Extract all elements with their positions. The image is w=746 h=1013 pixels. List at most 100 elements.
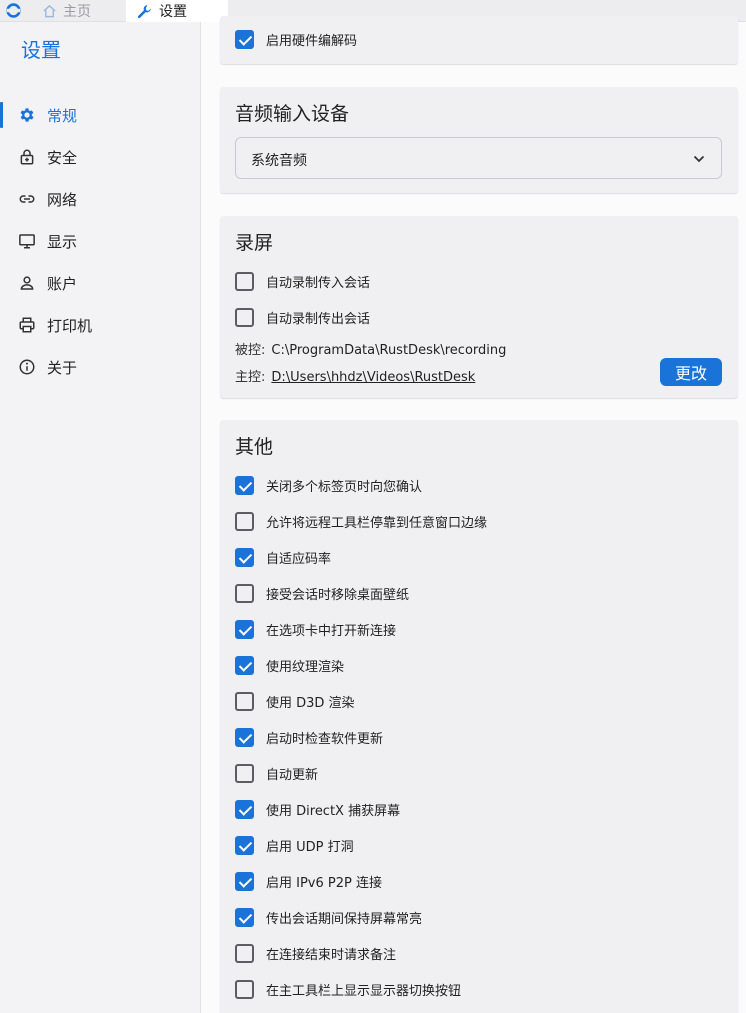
option-row[interactable]: 传出会话期间保持屏幕常亮 xyxy=(235,905,422,929)
lock-icon xyxy=(20,149,34,165)
checkbox[interactable] xyxy=(235,727,254,747)
checkbox[interactable] xyxy=(235,691,254,711)
checkbox[interactable] xyxy=(235,29,254,49)
sidebar-item-account[interactable]: 账户 xyxy=(0,266,200,300)
audio-input-card: 音频输入设备 系统音频 xyxy=(220,87,738,193)
option-label: 在选项卡中打开新连接 xyxy=(266,623,397,639)
sidebar-item-label: 安全 xyxy=(47,149,78,167)
controller-label: 主控: xyxy=(235,370,266,385)
checkbox[interactable] xyxy=(235,763,254,783)
option-label: 在主工具栏上显示显示器切换按钮 xyxy=(266,983,462,999)
option-row[interactable]: 启用 UDP 打洞 xyxy=(235,833,354,857)
option-row[interactable]: 在主工具栏上显示显示器切换按钮 xyxy=(235,977,461,1001)
sidebar-item-label: 显示 xyxy=(47,233,78,251)
info-icon xyxy=(19,359,35,375)
tab-home-label: 主页 xyxy=(63,4,91,20)
hardware-codec-card: 启用硬件编解码 xyxy=(220,16,738,64)
audio-input-title: 音频输入设备 xyxy=(235,103,350,125)
checkbox[interactable] xyxy=(235,655,254,675)
home-icon xyxy=(43,4,56,18)
tab-home[interactable]: 主页 xyxy=(32,0,122,22)
other-options-card: 其他 关闭多个标签页时向您确认允许将远程工具栏停靠到任意窗口边缘 自适应码率接受会… xyxy=(220,420,738,1013)
checkbox[interactable] xyxy=(235,511,254,531)
option-row[interactable]: 启用 IPv6 P2P 连接 xyxy=(235,869,382,893)
option-record-outgoing[interactable]: 自动录制传出会话 xyxy=(235,305,370,329)
checkbox[interactable] xyxy=(235,271,254,291)
checkbox[interactable] xyxy=(235,835,254,855)
checkbox[interactable] xyxy=(235,583,254,603)
option-record-incoming[interactable]: 自动录制传入会话 xyxy=(235,269,370,293)
monitor-icon xyxy=(19,234,35,249)
person-icon xyxy=(20,276,34,290)
other-title: 其他 xyxy=(235,436,274,458)
controlled-label: 被控: xyxy=(235,343,266,358)
settings-content: 启用硬件编解码 音频输入设备 系统音频 录屏 自动录制传入会话 自动录制传出会话… xyxy=(201,16,746,1013)
option-label: 允许将远程工具栏停靠到任意窗口边缘 xyxy=(266,515,488,531)
controlled-path: C:\ProgramData\RustDesk\recording xyxy=(271,343,507,358)
sidebar-item-label: 常规 xyxy=(47,107,78,125)
controlled-path-row: 被控: C:\ProgramData\RustDesk\recording xyxy=(235,339,506,358)
sidebar-item-label: 网络 xyxy=(47,191,78,209)
sidebar-title: 设置 xyxy=(21,38,61,62)
option-label: 启用硬件编解码 xyxy=(266,33,358,49)
sidebar-item-about[interactable]: 关于 xyxy=(0,350,200,384)
sidebar-item-label: 账户 xyxy=(47,275,78,293)
option-label: 自动录制传出会话 xyxy=(266,311,371,327)
option-row[interactable]: 使用 DirectX 捕获屏幕 xyxy=(235,797,400,821)
option-row[interactable]: 接受会话时移除桌面壁纸 xyxy=(235,581,409,605)
option-label: 启用 IPv6 P2P 连接 xyxy=(266,875,382,891)
chevron-down-icon xyxy=(693,155,705,163)
option-row[interactable]: 关闭多个标签页时向您确认 xyxy=(235,473,422,497)
option-label: 在连接结束时请求备注 xyxy=(266,947,397,963)
checkbox[interactable] xyxy=(235,871,254,891)
checkbox[interactable] xyxy=(235,619,254,639)
option-row[interactable]: 在连接结束时请求备注 xyxy=(235,941,396,965)
sidebar-item-label: 打印机 xyxy=(47,317,93,335)
sidebar-item-network[interactable]: 网络 xyxy=(0,182,200,216)
sidebar: 设置 常规 安全 网络 显示 账户 打印机 关于 xyxy=(0,22,201,1013)
wrench-icon xyxy=(137,4,151,18)
screen-recording-card: 录屏 自动录制传入会话 自动录制传出会话 被控: C:\ProgramData\R… xyxy=(220,216,738,398)
tab-settings[interactable]: 设置 xyxy=(126,0,228,22)
checkbox[interactable] xyxy=(235,475,254,495)
sidebar-item-printer[interactable]: 打印机 xyxy=(0,308,200,342)
gear-icon xyxy=(20,108,34,122)
option-row[interactable]: 在选项卡中打开新连接 xyxy=(235,617,396,641)
printer-icon xyxy=(19,317,35,333)
app-logo-icon xyxy=(6,3,21,18)
option-label: 启用 UDP 打洞 xyxy=(266,839,354,855)
audio-input-value: 系统音频 xyxy=(251,153,307,169)
checkbox[interactable] xyxy=(235,547,254,567)
checkbox[interactable] xyxy=(235,907,254,927)
sidebar-item-security[interactable]: 安全 xyxy=(0,140,200,174)
option-row[interactable]: 自适应码率 xyxy=(235,545,331,569)
option-label: 自适应码率 xyxy=(266,551,332,567)
sidebar-item-general[interactable]: 常规 xyxy=(0,98,200,132)
change-dir-button[interactable]: 更改 xyxy=(660,358,722,386)
recording-title: 录屏 xyxy=(235,232,274,254)
checkbox[interactable] xyxy=(235,307,254,327)
link-icon xyxy=(19,195,35,203)
audio-input-select[interactable]: 系统音频 xyxy=(235,137,722,179)
option-row[interactable]: 使用 D3D 渲染 xyxy=(235,689,355,713)
option-label: 自动录制传入会话 xyxy=(266,275,371,291)
checkbox[interactable] xyxy=(235,799,254,819)
option-row[interactable]: 启动时检查软件更新 xyxy=(235,725,383,749)
sidebar-item-label: 关于 xyxy=(47,359,78,377)
tab-settings-label: 设置 xyxy=(159,4,187,20)
option-label: 接受会话时移除桌面壁纸 xyxy=(266,587,410,603)
option-label: 使用 D3D 渲染 xyxy=(266,695,355,711)
option-label: 关闭多个标签页时向您确认 xyxy=(266,479,423,495)
checkbox[interactable] xyxy=(235,979,254,999)
option-label: 传出会话期间保持屏幕常亮 xyxy=(266,911,423,927)
option-label: 自动更新 xyxy=(266,767,319,783)
controller-path-link[interactable]: D:\Users\hhdz\Videos\RustDesk xyxy=(271,370,475,385)
sidebar-item-display[interactable]: 显示 xyxy=(0,224,200,258)
controller-path-row: 主控: D:\Users\hhdz\Videos\RustDesk xyxy=(235,366,475,385)
option-row[interactable]: 使用纹理渲染 xyxy=(235,653,344,677)
option-row[interactable]: 允许将远程工具栏停靠到任意窗口边缘 xyxy=(235,509,487,533)
checkbox[interactable] xyxy=(235,943,254,963)
option-row[interactable]: 自动更新 xyxy=(235,761,318,785)
option-hardware-codec[interactable]: 启用硬件编解码 xyxy=(235,27,357,51)
option-label: 使用 DirectX 捕获屏幕 xyxy=(266,803,401,819)
